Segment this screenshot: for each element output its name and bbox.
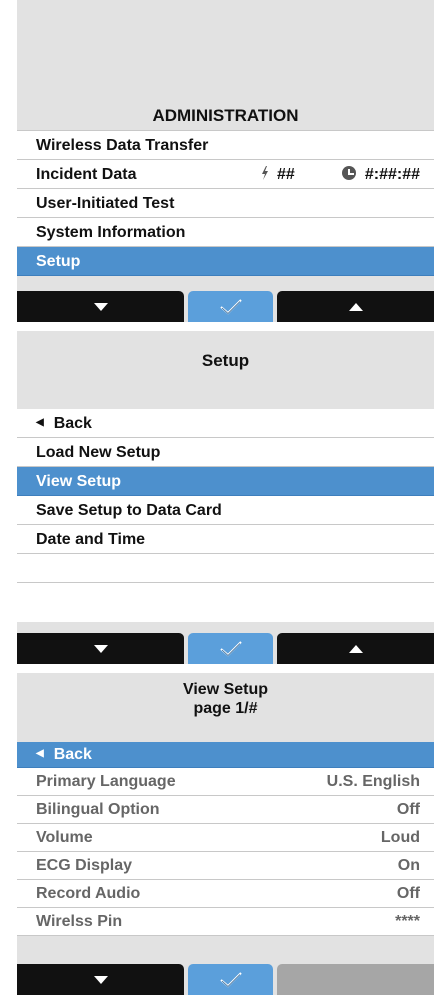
menu-item-user-initiated-test[interactable]: User-Initiated Test <box>17 189 434 218</box>
clock-icon <box>341 165 356 180</box>
menu-item-label: View Setup <box>36 473 122 490</box>
menu-item-label: System Information <box>36 224 186 241</box>
up-arrow-icon <box>348 302 363 311</box>
down-button[interactable] <box>17 964 184 995</box>
setting-row-record-audio: Record Audio Off <box>17 880 434 908</box>
setting-value: U.S. English <box>326 773 420 790</box>
lightning-bolt-icon <box>262 165 268 180</box>
setting-label: Record Audio <box>36 885 141 902</box>
setting-row-ecg-display: ECG Display On <box>17 852 434 880</box>
menu-item-label: User-Initiated Test <box>36 195 175 212</box>
down-arrow-icon <box>93 975 108 984</box>
admin-menu: Wireless Data Transfer Incident Data ## … <box>17 131 434 276</box>
screen-title: Setup <box>201 351 250 370</box>
view-setup-list: ◀ Back Primary Language U.S. English Bilin… <box>17 742 434 936</box>
menu-item-view-setup[interactable]: View Setup <box>17 467 434 496</box>
softkey-bar <box>17 633 434 664</box>
down-button[interactable] <box>17 633 184 664</box>
setting-label: Wirelss Pin <box>36 913 123 930</box>
setting-label: Volume <box>36 829 93 846</box>
setting-value: Off <box>396 801 420 818</box>
menu-item-date-and-time[interactable]: Date and Time <box>17 525 434 554</box>
ok-button[interactable] <box>188 633 273 664</box>
menu-item-setup[interactable]: Setup <box>17 247 434 276</box>
setting-label: Primary Language <box>36 773 176 790</box>
menu-item-label: Back <box>53 746 92 764</box>
back-arrow-icon: ◀ <box>36 748 44 759</box>
ok-button[interactable] <box>188 291 273 322</box>
setting-row-primary-language: Primary Language U.S. English <box>17 768 434 796</box>
up-arrow-icon <box>348 644 363 653</box>
ok-button[interactable] <box>188 964 273 995</box>
administration-screen: ADMINISTRATION Wireless Data Transfer In… <box>17 0 434 322</box>
menu-item-label: Back <box>53 415 92 432</box>
menu-item-label: Save Setup to Data Card <box>36 502 222 519</box>
down-button[interactable] <box>17 291 184 322</box>
setting-value: On <box>397 857 420 874</box>
menu-item-label: Date and Time <box>36 531 146 548</box>
up-button-disabled <box>277 964 434 995</box>
menu-item-label: Incident Data <box>36 166 137 183</box>
setting-value: Off <box>396 885 420 902</box>
menu-item-incident-data[interactable]: Incident Data ## #:##:## <box>17 160 434 189</box>
setting-label: ECG Display <box>36 857 133 874</box>
setup-screen: Setup ◀ Back Load New Setup View Setup Sa… <box>17 331 434 664</box>
down-arrow-icon <box>93 302 108 311</box>
incident-time-value: #:##:## <box>364 166 420 183</box>
screen-title: View Setup <box>182 681 269 698</box>
menu-item-system-information[interactable]: System Information <box>17 218 434 247</box>
setting-row-wireless-pin: Wirelss Pin **** <box>17 908 434 936</box>
setting-value: Loud <box>380 829 420 846</box>
softkey-bar <box>17 291 434 322</box>
setting-row-volume: Volume Loud <box>17 824 434 852</box>
checkmark-icon <box>219 971 242 987</box>
setup-menu: ◀ Back Load New Setup View Setup Save Set… <box>17 409 434 622</box>
view-setup-screen: View Setup page 1/# ◀ Back Primary Langua… <box>17 673 434 995</box>
setting-row-bilingual-option: Bilingual Option Off <box>17 796 434 824</box>
down-arrow-icon <box>93 644 108 653</box>
menu-item-load-new-setup[interactable]: Load New Setup <box>17 438 434 467</box>
menu-item-label: Setup <box>36 253 81 270</box>
softkey-bar <box>17 964 434 995</box>
setting-value: **** <box>395 913 420 930</box>
page-indicator: page 1/# <box>193 700 258 717</box>
screen-title: ADMINISTRATION <box>17 101 434 131</box>
checkmark-icon <box>219 640 242 656</box>
menu-item-back[interactable]: ◀ Back <box>17 409 434 438</box>
back-arrow-icon: ◀ <box>36 417 44 429</box>
up-button[interactable] <box>277 291 434 322</box>
up-button[interactable] <box>277 633 434 664</box>
incident-count: ## <box>261 160 295 189</box>
empty-row <box>17 554 434 583</box>
menu-item-wireless-data-transfer[interactable]: Wireless Data Transfer <box>17 131 434 160</box>
menu-item-back[interactable]: ◀ Back <box>17 742 434 768</box>
menu-item-save-setup-to-data-card[interactable]: Save Setup to Data Card <box>17 496 434 525</box>
menu-item-label: Load New Setup <box>36 444 161 461</box>
incident-time: #:##:## <box>341 160 420 189</box>
checkmark-icon <box>219 298 242 314</box>
menu-item-label: Wireless Data Transfer <box>36 137 209 154</box>
setting-label: Bilingual Option <box>36 801 160 818</box>
empty-row <box>17 583 434 622</box>
incident-count-value: ## <box>277 166 295 183</box>
